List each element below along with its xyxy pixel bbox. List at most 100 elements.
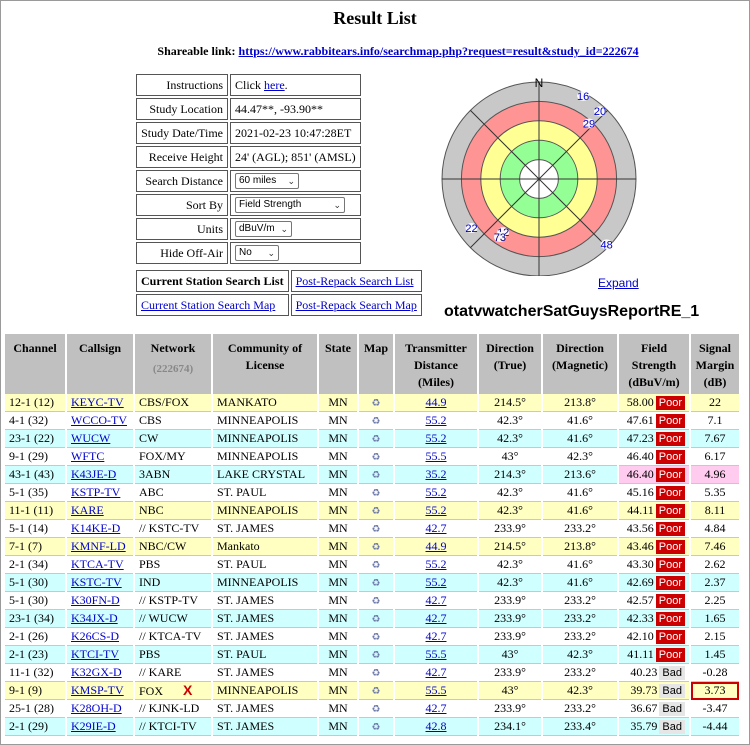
- station-marker-label[interactable]: 29: [583, 118, 595, 130]
- direction-true-cell: 233.9°: [494, 611, 526, 625]
- callsign-link[interactable]: KMSP-TV: [71, 683, 124, 697]
- callsign-link[interactable]: K43JE-D: [71, 467, 116, 481]
- station-marker-label[interactable]: 20: [594, 106, 606, 118]
- signal-margin-value: 22: [709, 395, 721, 409]
- community-cell: MINNEAPOLIS: [217, 413, 299, 427]
- callsign-link[interactable]: KSTP-TV: [71, 485, 120, 499]
- post-repack-map-link[interactable]: Post-Repack Search Map: [296, 298, 417, 312]
- header-direction-magnetic[interactable]: Direction (Magnetic): [543, 334, 617, 394]
- distance-link[interactable]: 42.7: [426, 593, 447, 607]
- report-name: otatvwatcherSatGuysReportRE_1: [444, 303, 700, 320]
- x-mark: X: [183, 682, 193, 698]
- callsign-link[interactable]: WFTC: [71, 449, 104, 463]
- callsign-link[interactable]: KEYC-TV: [71, 395, 124, 409]
- callsign-link[interactable]: K34JX-D: [71, 611, 118, 625]
- map-icon[interactable]: ♻: [372, 686, 381, 697]
- header-signal-margin[interactable]: Signal Margin (dB): [691, 334, 739, 394]
- map-icon[interactable]: ♻: [372, 560, 381, 571]
- callsign-link[interactable]: KMNF-LD: [71, 539, 126, 553]
- field-strength-value: 58.00: [626, 395, 654, 409]
- map-icon[interactable]: ♻: [372, 434, 381, 445]
- callsign-link[interactable]: K30FN-D: [71, 593, 120, 607]
- callsign-link[interactable]: K28OH-D: [71, 701, 122, 715]
- header-direction-true[interactable]: Direction (True): [479, 334, 541, 394]
- header-community[interactable]: Community of License: [213, 334, 317, 394]
- search-distance-select[interactable]: 60 miles ⌄: [235, 173, 299, 190]
- callsign-link[interactable]: KSTC-TV: [71, 575, 122, 589]
- distance-link[interactable]: 55.2: [426, 575, 447, 589]
- header-distance[interactable]: Transmitter Distance (Miles): [395, 334, 477, 394]
- distance-link[interactable]: 55.2: [426, 557, 447, 571]
- header-channel[interactable]: Channel: [5, 334, 65, 394]
- direction-true-cell: 233.9°: [494, 593, 526, 607]
- header-state[interactable]: State: [319, 334, 357, 394]
- distance-link[interactable]: 55.2: [426, 485, 447, 499]
- header-network[interactable]: Network (222674): [135, 334, 211, 394]
- map-icon[interactable]: ♻: [372, 704, 381, 715]
- map-icon[interactable]: ♻: [372, 524, 381, 535]
- map-icon[interactable]: ♻: [372, 452, 381, 463]
- quality-badge: Poor: [655, 612, 685, 626]
- callsign-link[interactable]: K32GX-D: [71, 665, 122, 679]
- sort-by-select[interactable]: Field Strength ⌄: [235, 197, 345, 214]
- shareable-link-line: Shareable link: https://www.rabbitears.i…: [0, 44, 750, 59]
- instructions-link[interactable]: here: [264, 78, 285, 92]
- direction-magnetic-cell: 233.4°: [564, 719, 596, 733]
- distance-link[interactable]: 42.7: [426, 629, 447, 643]
- community-cell: MINNEAPOLIS: [217, 449, 299, 463]
- map-icon[interactable]: ♻: [372, 632, 381, 643]
- field-strength-value: 46.40: [626, 467, 654, 481]
- station-marker-label[interactable]: 48: [601, 239, 613, 251]
- distance-link[interactable]: 55.2: [426, 413, 447, 427]
- distance-link[interactable]: 35.2: [426, 467, 447, 481]
- distance-link[interactable]: 55.2: [426, 431, 447, 445]
- station-marker-label[interactable]: 16: [577, 91, 589, 103]
- network-cell: // KTCI-TV: [139, 719, 197, 733]
- map-icon[interactable]: ♻: [372, 488, 381, 499]
- callsign-link[interactable]: K14KE-D: [71, 521, 120, 535]
- map-icon[interactable]: ♻: [372, 542, 381, 553]
- current-station-map-link[interactable]: Current Station Search Map: [141, 298, 275, 312]
- station-marker-label[interactable]: 73: [494, 232, 506, 244]
- distance-link[interactable]: 44.9: [426, 395, 447, 409]
- map-icon[interactable]: ♻: [372, 416, 381, 427]
- map-icon[interactable]: ♻: [372, 596, 381, 607]
- callsign-link[interactable]: KTCA-TV: [71, 557, 124, 571]
- map-icon[interactable]: ♻: [372, 470, 381, 481]
- callsign-link[interactable]: K26CS-D: [71, 629, 119, 643]
- distance-link[interactable]: 55.5: [426, 449, 447, 463]
- map-icon[interactable]: ♻: [372, 614, 381, 625]
- post-repack-list-link[interactable]: Post-Repack Search List: [296, 274, 414, 288]
- map-icon[interactable]: ♻: [372, 722, 381, 733]
- distance-link[interactable]: 55.2: [426, 503, 447, 517]
- distance-link[interactable]: 42.7: [426, 665, 447, 679]
- distance-link[interactable]: 42.8: [426, 719, 447, 733]
- units-select[interactable]: dBuV/m ⌄: [235, 221, 292, 238]
- chevron-down-icon: ⌄: [280, 224, 288, 235]
- signal-margin-value: 2.37: [704, 575, 726, 589]
- map-icon[interactable]: ♻: [372, 650, 381, 661]
- callsign-link[interactable]: KARE: [71, 503, 104, 517]
- distance-link[interactable]: 42.7: [426, 701, 447, 715]
- map-icon[interactable]: ♻: [372, 398, 381, 409]
- callsign-link[interactable]: WCCO-TV: [71, 413, 127, 427]
- expand-link[interactable]: Expand: [598, 276, 639, 290]
- distance-link[interactable]: 55.5: [426, 683, 447, 697]
- distance-link[interactable]: 42.7: [426, 611, 447, 625]
- map-icon[interactable]: ♻: [372, 506, 381, 517]
- hide-off-air-select[interactable]: No ⌄: [235, 245, 279, 262]
- header-field-strength[interactable]: Field Strength (dBuV/m): [619, 334, 689, 394]
- header-callsign[interactable]: Callsign: [67, 334, 133, 394]
- callsign-link[interactable]: WUCW: [71, 431, 110, 445]
- map-icon[interactable]: ♻: [372, 668, 381, 679]
- polar-direction-plot[interactable]: N 16202922127348: [438, 74, 640, 276]
- map-icon[interactable]: ♻: [372, 578, 381, 589]
- state-cell: MN: [328, 521, 348, 535]
- callsign-link[interactable]: KTCI-TV: [71, 647, 119, 661]
- callsign-link[interactable]: K29IE-D: [71, 719, 116, 733]
- station-marker-label[interactable]: 22: [465, 223, 477, 235]
- share-link[interactable]: https://www.rabbitears.info/searchmap.ph…: [239, 44, 639, 58]
- distance-link[interactable]: 55.5: [426, 647, 447, 661]
- distance-link[interactable]: 42.7: [426, 521, 447, 535]
- distance-link[interactable]: 44.9: [426, 539, 447, 553]
